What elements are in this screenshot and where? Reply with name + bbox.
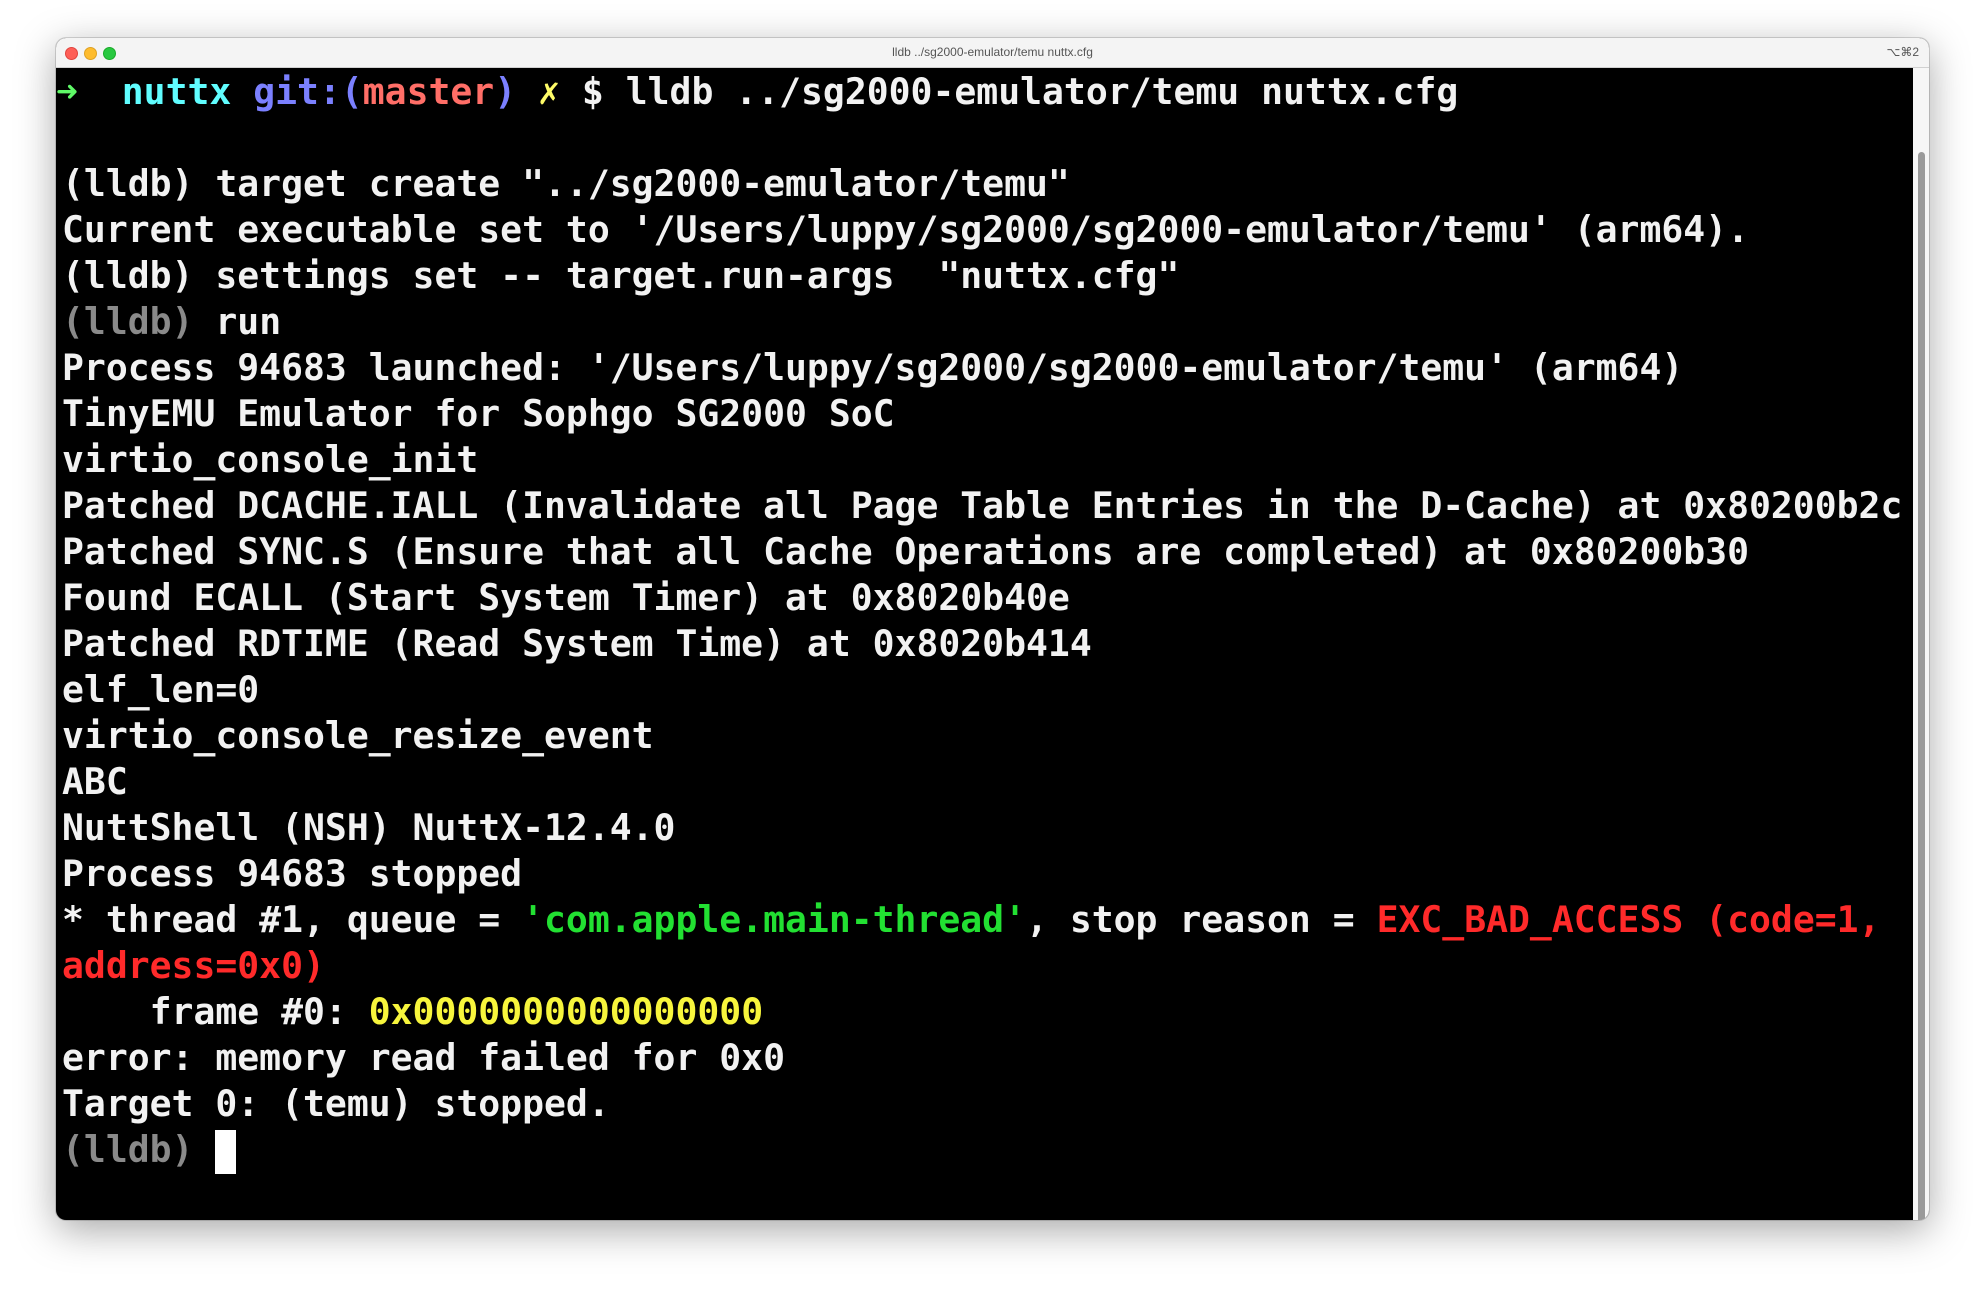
output-line: virtio_console_init xyxy=(62,438,479,481)
window-title: lldb ../sg2000-emulator/temu nuttx.cfg xyxy=(892,45,1093,59)
git-branch: master xyxy=(362,70,495,113)
output-line: Process 94683 stopped xyxy=(62,852,523,895)
thread-line: * thread #1, queue = 'com.apple.main-thr… xyxy=(56,897,1913,943)
title-bar: lldb ../sg2000-emulator/temu nuttx.cfg ⌥… xyxy=(56,38,1929,68)
output-line: TinyEMU Emulator for Sophgo SG2000 SoC xyxy=(62,392,895,435)
stop-reason-cont: address=0x0) xyxy=(62,944,325,987)
queue-name: 'com.apple.main-thread' xyxy=(522,898,1027,941)
run-command: run xyxy=(193,300,282,343)
git-close: ) xyxy=(494,70,517,113)
output-line: Process 94683 launched: '/Users/luppy/sg… xyxy=(62,346,1684,389)
frame-address: 0x0000000000000000 xyxy=(368,990,764,1033)
window-shortcut: ⌥⌘2 xyxy=(1886,45,1919,59)
output-line: Found ECALL (Start System Timer) at 0x80… xyxy=(62,576,1070,619)
prompt-dir: nuttx xyxy=(121,70,232,113)
git-label: git:( xyxy=(253,70,363,113)
output-line: (lldb) target create "../sg2000-emulator… xyxy=(62,162,1070,205)
shell-command: $ lldb ../sg2000-emulator/temu nuttx.cfg xyxy=(581,70,1459,113)
stop-reason: EXC_BAD_ACCESS (code=1, xyxy=(1376,898,1881,941)
final-prompt-line[interactable]: (lldb) xyxy=(56,1127,1913,1174)
terminal-window: lldb ../sg2000-emulator/temu nuttx.cfg ⌥… xyxy=(56,38,1929,1220)
output-line: Patched SYNC.S (Ensure that all Cache Op… xyxy=(62,530,1749,573)
output-line: Target 0: (temu) stopped. xyxy=(62,1082,610,1125)
shell-prompt-line: ➜ nuttx git:(master) ✗ $ lldb ../sg2000-… xyxy=(56,69,1913,115)
output-line: (lldb) settings set -- target.run-args "… xyxy=(62,254,1180,297)
output-line: error: memory read failed for 0x0 xyxy=(62,1036,785,1079)
run-line: (lldb) run xyxy=(56,299,1913,345)
text-cursor xyxy=(215,1129,237,1174)
output-line: virtio_console_resize_event xyxy=(62,714,654,757)
output-line: elf_len=0 xyxy=(62,668,260,711)
lldb-prompt: (lldb) xyxy=(62,300,194,343)
output-line: Patched DCACHE.IALL (Invalidate all Page… xyxy=(62,484,1903,527)
stop-reason-label: , stop reason = xyxy=(1026,898,1377,941)
prompt-arrow-icon: ➜ xyxy=(56,70,78,113)
frame-line: frame #0: 0x0000000000000000 xyxy=(56,989,1913,1035)
frame-label: frame #0: xyxy=(62,990,369,1033)
lldb-prompt: (lldb) xyxy=(62,1128,216,1171)
thread-prefix: * thread #1, queue = xyxy=(62,898,523,941)
scrollbar-thumb[interactable] xyxy=(1918,152,1925,1220)
dirty-icon: ✗ xyxy=(538,70,560,113)
output-line: Patched RDTIME (Read System Time) at 0x8… xyxy=(62,622,1092,665)
output-line: NuttShell (NSH) NuttX-12.4.0 xyxy=(62,806,676,849)
output-line: ABC xyxy=(62,760,128,803)
scrollbar-track[interactable] xyxy=(1913,68,1929,1220)
output-line: Current executable set to '/Users/luppy/… xyxy=(62,208,1749,251)
terminal-output[interactable]: ➜ nuttx git:(master) ✗ $ lldb ../sg2000-… xyxy=(56,68,1913,1220)
